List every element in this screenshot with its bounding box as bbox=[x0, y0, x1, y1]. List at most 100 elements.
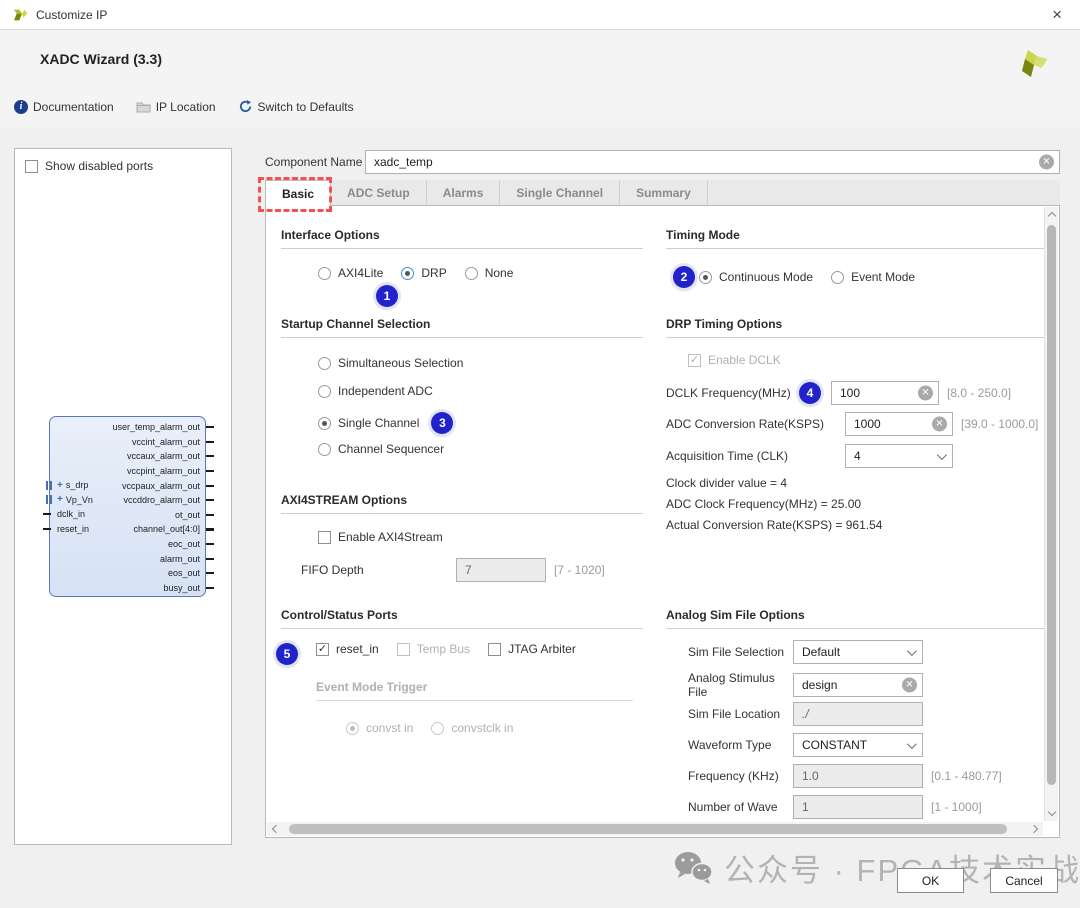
switch-to-defaults-button[interactable]: Switch to Defaults bbox=[238, 99, 354, 114]
sim-file-selection-value: Default bbox=[802, 645, 841, 659]
port-stub bbox=[43, 528, 51, 531]
acquisition-time-label: Acquisition Time (CLK) bbox=[666, 449, 789, 463]
ok-button[interactable]: OK bbox=[897, 868, 964, 893]
tab-alarms[interactable]: Alarms bbox=[427, 180, 501, 205]
port-label: vccpint_alarm_out bbox=[126, 466, 200, 477]
tab-summary[interactable]: Summary bbox=[620, 180, 708, 205]
port-label: vccddro_alarm_out bbox=[123, 495, 200, 506]
temp-bus-label: Temp Bus bbox=[416, 642, 471, 656]
xilinx-logo bbox=[1022, 50, 1048, 77]
acquisition-time-row: Acquisition Time (CLK) 4 bbox=[666, 444, 953, 468]
sim-file-location-row: Sim File Location ./ bbox=[688, 702, 923, 726]
event-mode-radio[interactable] bbox=[831, 270, 845, 284]
port-row: + s_drp bbox=[46, 478, 93, 493]
horizontal-scrollbar[interactable] bbox=[267, 822, 1043, 836]
show-disabled-ports-checkbox[interactable] bbox=[25, 159, 38, 173]
enable-axi4stream-row: Enable AXI4Stream bbox=[318, 530, 461, 544]
tab-adc-setup[interactable]: ADC Setup bbox=[331, 180, 427, 205]
expand-plus-icon[interactable]: + bbox=[57, 480, 63, 491]
port-stub bbox=[206, 586, 214, 589]
analog-stimulus-value: design bbox=[802, 678, 838, 692]
page-title: XADC Wizard (3.3) bbox=[40, 51, 163, 67]
channel-sequencer-radio[interactable] bbox=[318, 442, 331, 456]
annotation-badge-1: 1 bbox=[376, 285, 398, 307]
single-channel-radio[interactable] bbox=[318, 416, 331, 430]
scroll-left-icon[interactable] bbox=[271, 824, 281, 834]
show-disabled-ports-label: Show disabled ports bbox=[45, 159, 154, 173]
drp-radio[interactable] bbox=[401, 266, 415, 280]
cancel-button[interactable]: Cancel bbox=[990, 868, 1058, 893]
switch-to-defaults-label: Switch to Defaults bbox=[257, 99, 354, 114]
show-disabled-ports-row: Show disabled ports bbox=[15, 149, 231, 173]
port-row: vccaux_alarm_out bbox=[112, 449, 214, 464]
ip-location-button[interactable]: IP Location bbox=[136, 100, 216, 114]
documentation-label: Documentation bbox=[33, 99, 114, 114]
waveform-type-row: Waveform Type CONSTANT bbox=[688, 733, 923, 757]
diagram-panel: Show disabled ports user_temp_alarm_out … bbox=[14, 148, 232, 845]
frequency-range: [0.1 - 480.77] bbox=[931, 769, 1002, 783]
port-label: vccint_alarm_out bbox=[131, 436, 200, 447]
acquisition-time-value: 4 bbox=[854, 449, 861, 463]
control-status-heading: Control/Status Ports bbox=[281, 608, 643, 629]
port-row: channel_out[4:0] bbox=[112, 522, 214, 537]
component-name-value: xadc_temp bbox=[374, 155, 433, 169]
sim-file-selection-select[interactable]: Default bbox=[793, 640, 923, 664]
dclk-frequency-field[interactable]: 100 ✕ bbox=[831, 381, 939, 405]
reset-in-checkbox[interactable]: ✓ bbox=[316, 642, 329, 656]
acquisition-time-select[interactable]: 4 bbox=[845, 444, 953, 468]
close-icon[interactable]: × bbox=[1046, 6, 1068, 23]
tab-basic[interactable]: Basic bbox=[258, 177, 332, 212]
dialog-header: XADC Wizard (3.3) i Documentation IP Loc… bbox=[0, 31, 1080, 128]
waveform-type-select[interactable]: CONSTANT bbox=[793, 733, 923, 757]
control-status-row: ✓ reset_in Temp Bus JTAG Arbiter bbox=[316, 642, 594, 656]
simultaneous-selection-row: Simultaneous Selection bbox=[318, 356, 481, 370]
dclk-frequency-label: DCLK Frequency(MHz) bbox=[666, 386, 791, 400]
clear-icon[interactable]: ✕ bbox=[918, 385, 933, 401]
timing-mode-radios: 2 Continuous Mode Event Mode bbox=[673, 266, 933, 288]
port-row: vccpint_alarm_out bbox=[112, 464, 214, 479]
clear-icon[interactable]: ✕ bbox=[1039, 154, 1054, 170]
none-radio[interactable] bbox=[464, 266, 478, 280]
vertical-scrollbar-thumb[interactable] bbox=[1047, 225, 1056, 785]
independent-adc-row: Independent ADC bbox=[318, 384, 451, 398]
component-name-field[interactable]: xadc_temp ✕ bbox=[365, 150, 1060, 174]
independent-adc-radio[interactable] bbox=[318, 384, 331, 398]
port-stub bbox=[206, 440, 214, 443]
documentation-button[interactable]: i Documentation bbox=[14, 99, 114, 114]
scroll-down-icon[interactable] bbox=[1047, 807, 1057, 817]
enable-dclk-label: Enable DCLK bbox=[708, 353, 781, 367]
scroll-up-icon[interactable] bbox=[1047, 211, 1057, 221]
simultaneous-radio[interactable] bbox=[318, 356, 331, 370]
axi4lite-label: AXI4Lite bbox=[338, 266, 384, 280]
tab-label: Alarms bbox=[442, 185, 484, 200]
enable-axi4stream-checkbox[interactable] bbox=[318, 530, 331, 544]
channel-sequencer-label: Channel Sequencer bbox=[338, 442, 445, 456]
ip-block-diagram: user_temp_alarm_out vccint_alarm_out vcc… bbox=[43, 416, 214, 597]
port-label: dclk_in bbox=[57, 509, 86, 520]
clear-icon[interactable]: ✕ bbox=[932, 416, 947, 432]
jtag-arbiter-checkbox[interactable] bbox=[488, 642, 502, 656]
axi4lite-radio[interactable] bbox=[318, 266, 331, 280]
analog-stimulus-field[interactable]: design ✕ bbox=[793, 673, 923, 697]
port-row: user_temp_alarm_out bbox=[112, 420, 214, 435]
fifo-depth-row: FIFO Depth 7 [7 - 1020] bbox=[301, 558, 605, 582]
expand-plus-icon[interactable]: + bbox=[57, 494, 63, 505]
tab-label: ADC Setup bbox=[347, 185, 410, 200]
frequency-value: 1.0 bbox=[802, 769, 819, 783]
scroll-right-icon[interactable] bbox=[1029, 824, 1039, 834]
horizontal-scrollbar-thumb[interactable] bbox=[289, 824, 1007, 834]
sim-file-location-field: ./ bbox=[793, 702, 923, 726]
clear-icon[interactable]: ✕ bbox=[902, 677, 917, 693]
jtag-arbiter-label: JTAG Arbiter bbox=[508, 642, 576, 656]
port-label: vccaux_alarm_out bbox=[126, 451, 200, 462]
adc-conversion-field[interactable]: 1000 ✕ bbox=[845, 412, 953, 436]
waveform-type-label: Waveform Type bbox=[688, 738, 772, 752]
analog-stimulus-label: Analog Stimulus File bbox=[688, 671, 775, 699]
analog-sim-heading: Analog Sim File Options bbox=[666, 608, 1044, 629]
actual-conversion-rate-info: Actual Conversion Rate(KSPS) = 961.54 bbox=[666, 518, 883, 532]
tab-single-channel[interactable]: Single Channel bbox=[500, 180, 621, 205]
vertical-scrollbar[interactable] bbox=[1044, 207, 1058, 821]
port-label: vccpaux_alarm_out bbox=[121, 480, 200, 491]
chevron-down-icon bbox=[906, 645, 917, 656]
continuous-mode-radio[interactable] bbox=[699, 270, 712, 284]
